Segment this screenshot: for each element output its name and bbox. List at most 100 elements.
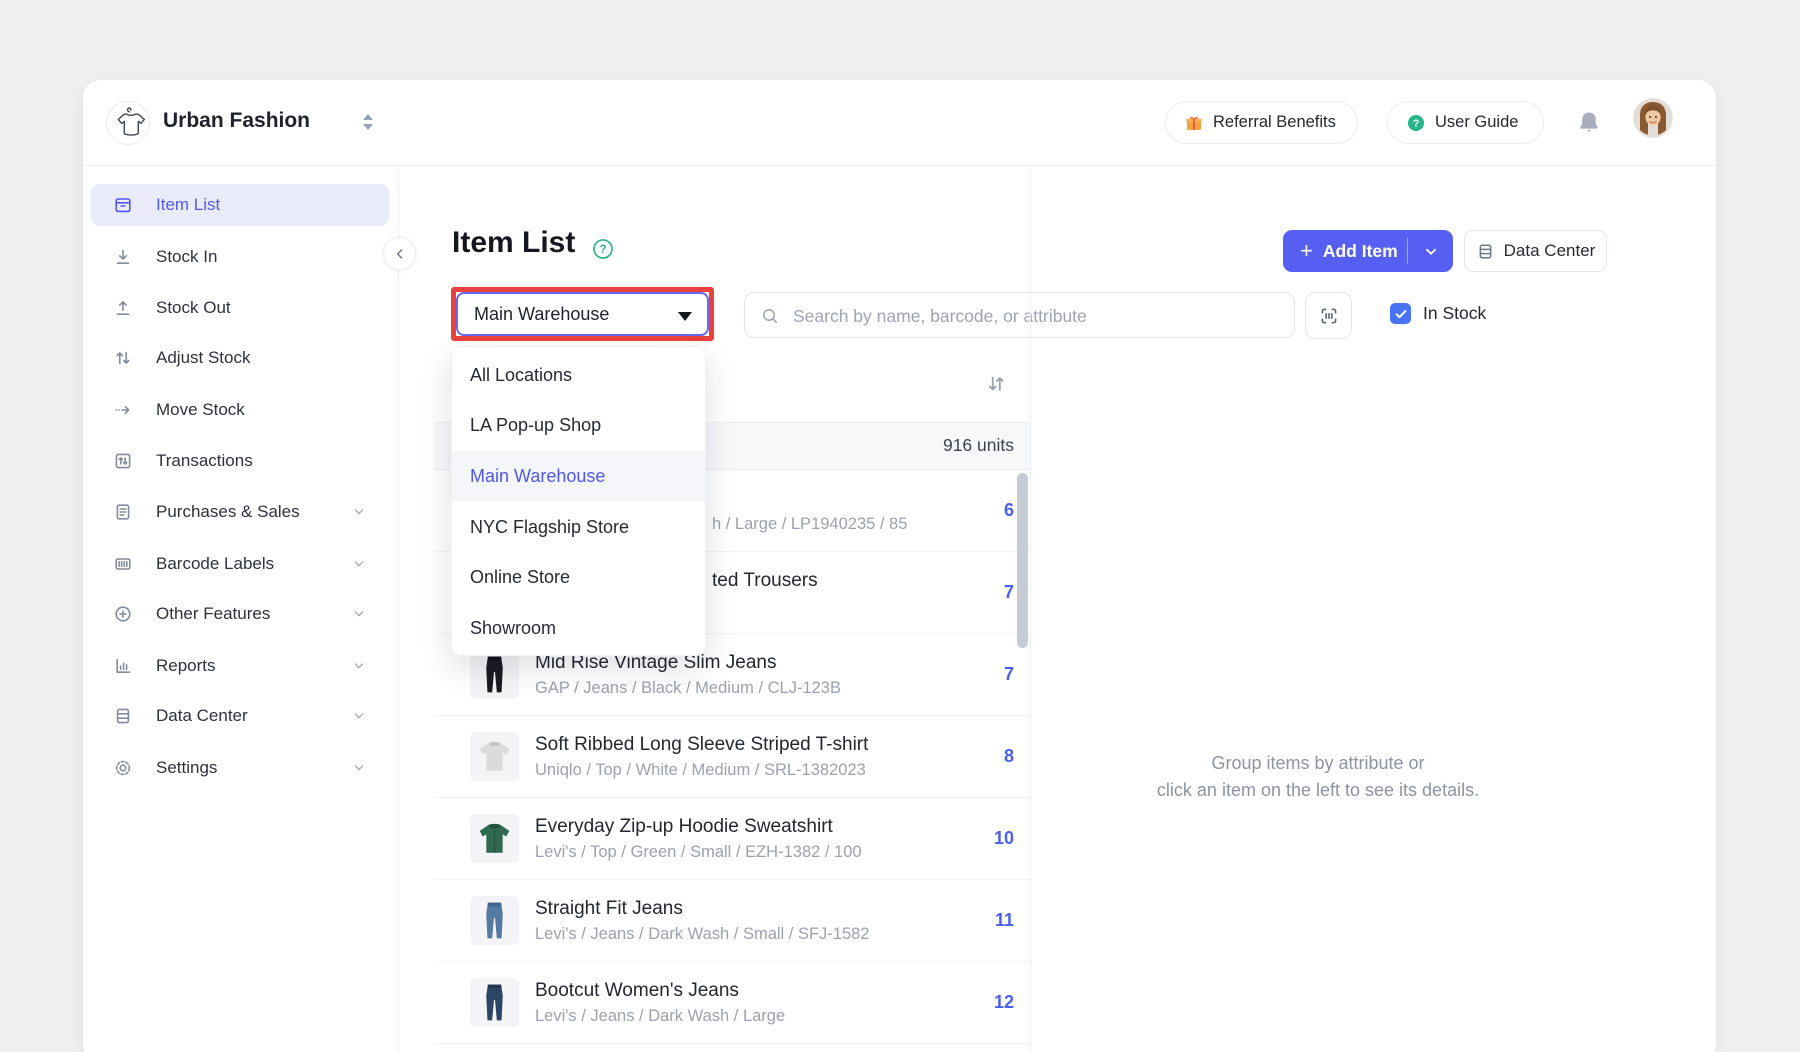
sidebar-collapse-button[interactable] — [383, 237, 416, 270]
sidebar-item-stock-in[interactable]: Stock In — [91, 236, 389, 278]
item-subtitle: GAP / Jeans / Black / Medium / CLJ-123B — [535, 676, 841, 700]
in-stock-checkbox[interactable] — [1390, 303, 1411, 324]
location-dropdown-menu: All LocationsLA Pop-up ShopMain Warehous… — [451, 346, 706, 656]
user-guide-button[interactable]: ? User Guide — [1387, 101, 1544, 144]
sidebar-item-label: Other Features — [156, 604, 270, 624]
location-select[interactable]: Main Warehouse — [456, 292, 709, 336]
in-stock-filter[interactable]: In Stock — [1390, 303, 1486, 324]
sidebar-item-reports[interactable]: Reports — [91, 645, 389, 687]
sidebar-item-stock-out[interactable]: Stock Out — [91, 287, 389, 329]
item-title-fragment: ted Trousers — [712, 567, 818, 594]
data-center-icon — [113, 706, 133, 726]
sidebar-item-label: Stock In — [156, 247, 217, 267]
item-quantity: 8 — [1004, 716, 1014, 797]
item-subtitle: Levi's / Jeans / Dark Wash / Large — [535, 1004, 785, 1028]
sidebar-item-barcode-labels[interactable]: Barcode Labels — [91, 543, 389, 585]
sidebar-item-data-center[interactable]: Data Center — [91, 695, 389, 737]
location-option[interactable]: All Locations — [452, 350, 705, 401]
chevron-down-icon — [351, 760, 367, 776]
item-title: Straight Fit Jeans — [535, 895, 870, 922]
caret-down-icon — [678, 312, 692, 321]
sidebar-item-label: Data Center — [156, 706, 248, 726]
item-row[interactable]: Soft Ribbed Long Sleeve Striped T-shirtU… — [435, 716, 1030, 798]
item-row[interactable]: Straight Fit JeansLevi's / Jeans / Dark … — [435, 880, 1030, 962]
sidebar-item-adjust-stock[interactable]: Adjust Stock — [91, 337, 389, 379]
item-quantity: 10 — [994, 798, 1014, 879]
item-row[interactable]: Everyday Zip-up Hoodie SweatshirtLevi's … — [435, 798, 1030, 880]
sidebar-item-label: Move Stock — [156, 400, 245, 420]
detail-panel-placeholder: Group items by attribute or click an ite… — [1118, 750, 1518, 804]
stock-in-icon — [113, 247, 133, 267]
green-hoodie-photo — [470, 814, 519, 863]
svg-text:?: ? — [1413, 117, 1420, 129]
chevron-down-icon — [351, 556, 367, 572]
sidebar-item-label: Reports — [156, 656, 216, 676]
location-option[interactable]: LA Pop-up Shop — [452, 401, 705, 452]
item-quantity: 6 — [1004, 470, 1014, 551]
workspace-name: Urban Fashion — [163, 109, 310, 133]
button-divider — [1407, 238, 1408, 264]
chevron-down-icon — [351, 708, 367, 724]
sidebar-item-transactions[interactable]: Transactions — [91, 440, 389, 482]
sidebar-item-label: Purchases & Sales — [156, 502, 300, 522]
chevron-down-icon — [351, 658, 367, 674]
app-window: Urban Fashion Referral Benefits — [83, 80, 1716, 1052]
location-option[interactable]: NYC Flagship Store — [452, 502, 705, 553]
location-option[interactable]: Main Warehouse — [452, 451, 705, 502]
sidebar-item-label: Stock Out — [156, 298, 231, 318]
sidebar-item-purchases-sales[interactable]: Purchases & Sales — [91, 491, 389, 533]
sidebar-item-other-features[interactable]: Other Features — [91, 593, 389, 635]
item-subtitle-fragment: h / Large / LP1940235 / 85 — [712, 512, 907, 536]
location-selected-value: Main Warehouse — [474, 304, 609, 325]
item-quantity: 7 — [1004, 552, 1014, 633]
item-quantity: 11 — [995, 880, 1014, 961]
other-features-icon — [113, 604, 133, 624]
item-row[interactable]: Bootcut Women's JeansLevi's / Jeans / Da… — [435, 962, 1030, 1044]
sidebar-item-label: Adjust Stock — [156, 348, 251, 368]
sidebar-item-item-list[interactable]: Item List — [91, 184, 389, 226]
referral-benefits-label: Referral Benefits — [1213, 113, 1336, 132]
location-option[interactable]: Online Store — [452, 552, 705, 603]
move-stock-icon — [113, 400, 133, 420]
transactions-icon — [113, 451, 133, 471]
sidebar-item-settings[interactable]: Settings — [91, 747, 389, 789]
sidebar-item-label: Item List — [156, 195, 220, 215]
item-title: Bootcut Women's Jeans — [535, 977, 785, 1004]
workspace-switcher-icon[interactable] — [361, 111, 375, 133]
barcode-scan-icon — [1318, 305, 1340, 327]
user-avatar[interactable] — [1633, 98, 1673, 138]
data-center-icon — [1476, 242, 1495, 261]
blue-jeans-photo — [470, 896, 519, 945]
detail-placeholder-line1: Group items by attribute or — [1118, 750, 1518, 777]
app-header: Urban Fashion Referral Benefits — [83, 80, 1716, 166]
purchases-sales-icon — [113, 502, 133, 522]
sidebar: Item List Stock In Stock Out Adjust Stock Mo… — [83, 166, 399, 1052]
item-quantity: 12 — [994, 962, 1014, 1043]
list-scrollbar-thumb[interactable] — [1017, 473, 1028, 648]
sort-icon[interactable] — [984, 372, 1008, 396]
barcode-labels-icon — [113, 554, 133, 574]
item-quantity: 7 — [1004, 634, 1014, 715]
adjust-stock-icon — [113, 348, 133, 368]
chevron-down-icon — [351, 504, 367, 520]
desktop-background: Urban Fashion Referral Benefits — [0, 0, 1800, 1052]
item-list-icon — [113, 195, 133, 215]
reports-icon — [113, 656, 133, 676]
item-subtitle: Levi's / Top / Green / Small / EZH-1382 … — [535, 840, 862, 864]
stock-out-icon — [113, 298, 133, 318]
data-center-label: Data Center — [1504, 241, 1596, 261]
detail-placeholder-line2: click an item on the left to see its det… — [1118, 777, 1518, 804]
add-item-button[interactable]: + Add Item — [1283, 230, 1453, 272]
gray-sweatshirt-photo — [470, 732, 519, 781]
location-option[interactable]: Showroom — [452, 603, 705, 654]
referral-benefits-button[interactable]: Referral Benefits — [1165, 101, 1358, 144]
barcode-scan-button[interactable] — [1305, 292, 1352, 339]
add-item-dropdown-chevron-icon[interactable] — [1422, 243, 1440, 261]
sidebar-item-move-stock[interactable]: Move Stock — [91, 389, 389, 431]
item-title: Soft Ribbed Long Sleeve Striped T-shirt — [535, 731, 868, 758]
question-icon: ? — [1406, 113, 1426, 133]
notifications-bell-icon[interactable] — [1575, 106, 1603, 138]
black-jeans-photo — [470, 650, 519, 699]
data-center-button[interactable]: Data Center — [1464, 230, 1607, 272]
sidebar-item-label: Transactions — [156, 451, 253, 471]
